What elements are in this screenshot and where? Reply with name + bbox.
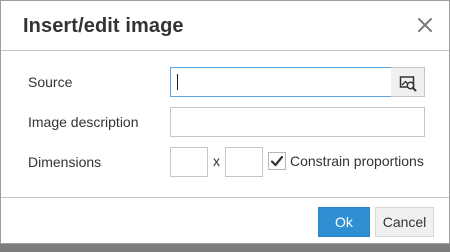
constrain-proportions-label[interactable]: Constrain proportions xyxy=(290,153,424,169)
text-caret xyxy=(177,74,178,90)
source-input[interactable] xyxy=(170,67,392,97)
dialog-footer: Ok Cancel xyxy=(1,197,449,243)
dialog-body: Source Image description Dimensions x Co… xyxy=(1,51,449,197)
ok-button[interactable]: Ok xyxy=(318,207,370,237)
checkmark-icon xyxy=(270,155,284,167)
image-description-input[interactable] xyxy=(170,107,425,137)
dialog-header: Insert/edit image xyxy=(1,1,449,51)
constrain-proportions-checkbox[interactable] xyxy=(268,152,286,170)
description-label: Image description xyxy=(28,114,139,130)
insert-image-dialog: Insert/edit image Source Image descripti… xyxy=(0,0,450,244)
browse-image-icon xyxy=(399,76,417,92)
cancel-button[interactable]: Cancel xyxy=(375,207,434,237)
close-icon[interactable] xyxy=(414,14,436,36)
dimension-separator: x xyxy=(213,153,220,169)
dialog-title: Insert/edit image xyxy=(23,15,184,37)
width-input[interactable] xyxy=(170,147,208,177)
height-input[interactable] xyxy=(225,147,263,177)
source-label: Source xyxy=(28,74,73,90)
browse-image-button[interactable] xyxy=(391,67,425,97)
dimensions-label: Dimensions xyxy=(28,154,102,170)
